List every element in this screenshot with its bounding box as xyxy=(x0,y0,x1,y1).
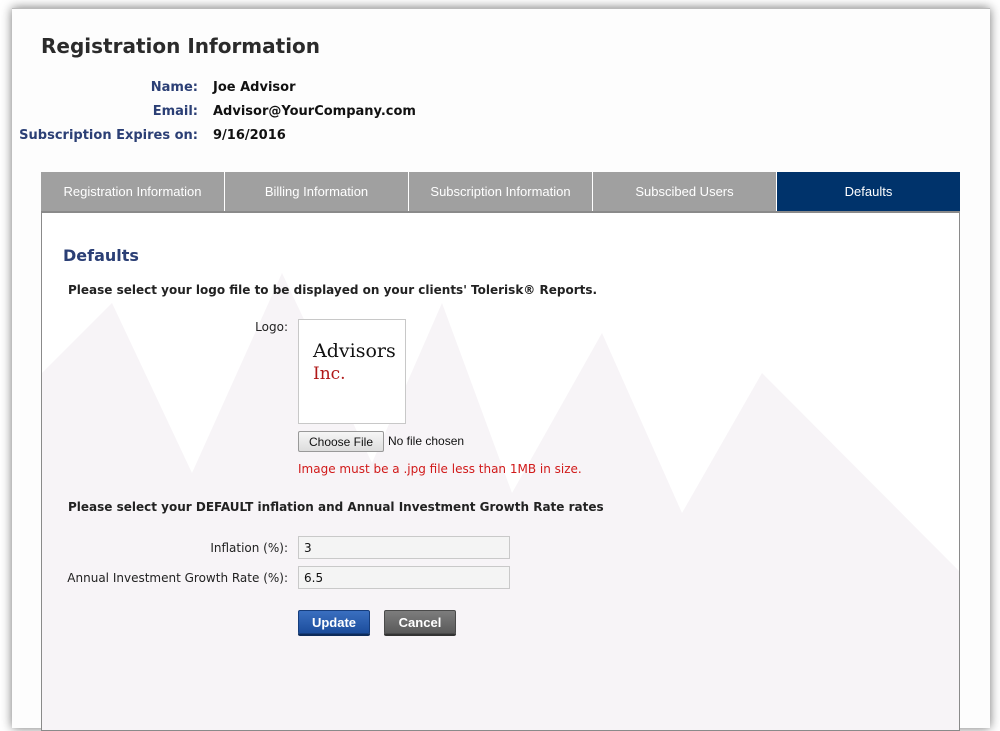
logo-preview: Advisors Inc. xyxy=(298,319,406,424)
page-title: Registration Information xyxy=(41,34,321,58)
email-value: Advisor@YourCompany.com xyxy=(213,104,416,119)
tab-registration-information[interactable]: Registration Information xyxy=(41,172,225,211)
tab-billing-information[interactable]: Billing Information xyxy=(225,172,409,211)
update-button[interactable]: Update xyxy=(298,610,370,634)
section-title: Defaults xyxy=(63,246,139,265)
name-value: Joe Advisor xyxy=(213,80,296,95)
cancel-button[interactable]: Cancel xyxy=(384,610,456,634)
logo-instruction: Please select your logo file to be displ… xyxy=(68,283,598,297)
growth-rate-label: Annual Investment Growth Rate (%): xyxy=(67,571,288,585)
tab-bar: Registration Information Billing Informa… xyxy=(41,172,960,211)
file-status: No file chosen xyxy=(388,434,465,448)
expires-value: 9/16/2016 xyxy=(213,128,286,143)
inflation-input[interactable] xyxy=(298,536,510,559)
expires-label: Subscription Expires on: xyxy=(19,128,198,143)
tab-defaults[interactable]: Defaults xyxy=(777,172,960,211)
logo-text-line1: Advisors xyxy=(313,340,396,362)
rates-instruction: Please select your DEFAULT inflation and… xyxy=(68,500,604,514)
name-label: Name: xyxy=(150,80,198,95)
logo-label: Logo: xyxy=(255,320,288,334)
growth-rate-input[interactable] xyxy=(298,566,510,589)
tab-subscribed-users[interactable]: Subscibed Users xyxy=(593,172,777,211)
email-label: Email: xyxy=(152,104,198,119)
file-size-note: Image must be a .jpg file less than 1MB … xyxy=(298,462,582,476)
choose-file-button[interactable]: Choose File xyxy=(298,431,384,452)
inflation-label: Inflation (%): xyxy=(210,541,288,555)
defaults-panel: Defaults Please select your logo file to… xyxy=(41,211,960,731)
logo-text-line2: Inc. xyxy=(313,364,346,384)
tab-subscription-information[interactable]: Subscription Information xyxy=(409,172,593,211)
